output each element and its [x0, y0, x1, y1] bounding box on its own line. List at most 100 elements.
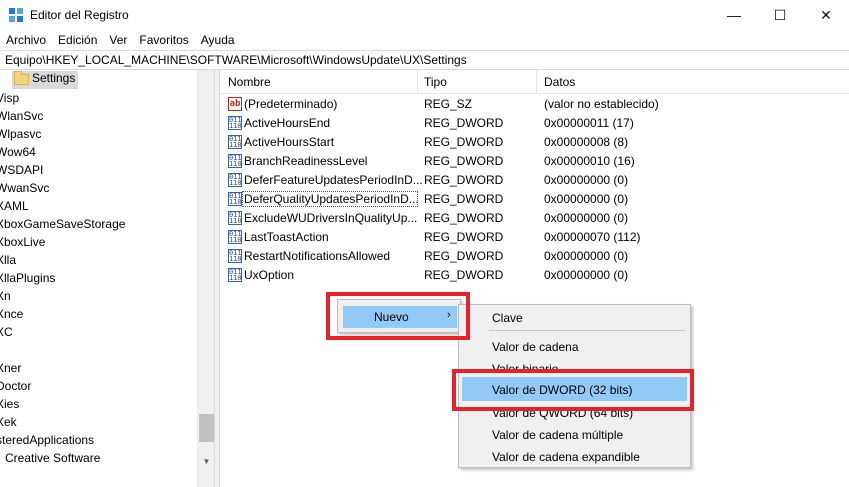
menu-bar: Archivo Edición Ver Favoritos Ayuda — [0, 30, 849, 50]
value-name: ActiveHoursEnd — [244, 116, 331, 130]
column-divider[interactable] — [417, 70, 418, 94]
tree-item[interactable]: Xn — [0, 287, 11, 305]
tree-item[interactable]: steredApplications — [0, 431, 94, 449]
tree-item[interactable]: Creative Software — [5, 449, 100, 467]
table-row[interactable]: 011 110 DeferQualityUpdatesPeriodInD... … — [220, 190, 849, 209]
column-header-data[interactable]: Datos — [544, 75, 575, 89]
value-data: 0x00000000 (0) — [544, 268, 629, 282]
binary-value-icon: 011 110 — [228, 192, 242, 206]
value-type: REG_SZ — [424, 97, 473, 111]
tree-item[interactable]: XC — [0, 323, 13, 341]
tree-item[interactable]: Xlla — [0, 251, 16, 269]
value-name: BranchReadinessLevel — [244, 154, 368, 168]
value-data: 0x00000000 (0) — [544, 249, 629, 263]
table-row[interactable]: 011 110 LastToastAction REG_DWORD 0x0000… — [220, 228, 849, 247]
value-name: (Predeterminado) — [244, 97, 338, 111]
table-row[interactable]: 011 110 DeferFeatureUpdatesPeriodInD... … — [220, 171, 849, 190]
menu-separator — [489, 330, 685, 331]
tree-item[interactable]: Doctor — [0, 377, 31, 395]
table-row[interactable]: 011 110 ExcludeWUDriversInQualityUp... R… — [220, 209, 849, 228]
scroll-down-arrow-icon[interactable]: ▼ — [199, 453, 214, 470]
address-path: Equipo\HKEY_LOCAL_MACHINE\SOFTWARE\Micro… — [5, 53, 467, 67]
tree-item[interactable]: XAML — [0, 197, 29, 215]
address-bar[interactable]: Equipo\HKEY_LOCAL_MACHINE\SOFTWARE\Micro… — [0, 50, 849, 70]
tree-scroll-thumb[interactable] — [199, 414, 214, 442]
title-bar: Editor del Registro — ☐ ✕ — [0, 0, 849, 30]
tree-item[interactable]: Xnce — [0, 305, 23, 323]
annotation-box-dword — [452, 369, 694, 411]
value-data: 0x00000000 (0) — [544, 192, 629, 206]
folder-icon — [14, 71, 29, 85]
value-type: REG_DWORD — [424, 211, 504, 225]
menu-ayuda[interactable]: Ayuda — [195, 30, 241, 50]
value-name: LastToastAction — [244, 230, 329, 244]
table-row[interactable]: 011 110 ActiveHoursStart REG_DWORD 0x000… — [220, 133, 849, 152]
maximize-button[interactable]: ☐ — [757, 0, 803, 30]
value-type: REG_DWORD — [424, 268, 504, 282]
menu-item-clave[interactable]: Clave — [492, 311, 523, 325]
value-name: UxOption — [244, 268, 295, 282]
tree-item[interactable]: XllaPlugins — [0, 269, 55, 287]
value-type: REG_DWORD — [424, 154, 504, 168]
tree-item-label: Settings — [32, 71, 76, 85]
value-data: 0x00000011 (17) — [544, 116, 634, 130]
tree-item[interactable]: Xek — [0, 413, 17, 431]
tree-item[interactable]: Xies — [0, 395, 19, 413]
menu-archivo[interactable]: Archivo — [0, 30, 52, 50]
tree-item[interactable]: Xner — [0, 359, 21, 377]
binary-value-icon: 011 110 — [228, 154, 242, 168]
table-row[interactable]: 011 110 ActiveHoursEnd REG_DWORD 0x00000… — [220, 114, 849, 133]
value-type: REG_DWORD — [424, 116, 504, 130]
value-data: 0x00000000 (0) — [544, 211, 629, 225]
value-data: 0x00000070 (112) — [544, 230, 641, 244]
tree-item[interactable]: WSDAPI — [0, 161, 43, 179]
tree-item[interactable]: Wow64 — [0, 143, 36, 161]
value-type: REG_DWORD — [424, 192, 504, 206]
binary-value-icon: 011 110 — [228, 211, 242, 225]
table-row[interactable]: 011 110 RestartNotificationsAllowed REG_… — [220, 247, 849, 266]
value-name: RestartNotificationsAllowed — [244, 249, 391, 263]
binary-value-icon: 011 110 — [228, 173, 242, 187]
value-type: REG_DWORD — [424, 135, 504, 149]
tree-item-settings[interactable]: Settings — [12, 71, 79, 89]
tree-item[interactable]: Visp — [0, 89, 19, 107]
binary-value-icon: 011 110 — [228, 116, 242, 130]
window-title: Editor del Registro — [30, 8, 129, 22]
menu-ver[interactable]: Ver — [103, 30, 133, 50]
menu-item-valor-multicadena[interactable]: Valor de cadena múltiple — [492, 428, 623, 442]
value-data: 0x00000008 (8) — [544, 135, 629, 149]
menu-edicion[interactable]: Edición — [52, 30, 103, 50]
key-tree[interactable]: Settings Visp WlanSvc Wlpasvc Wow64 WSDA… — [0, 70, 214, 487]
binary-value-icon: 011 110 — [228, 249, 242, 263]
value-type: REG_DWORD — [424, 173, 504, 187]
string-value-icon: ab — [228, 97, 242, 111]
value-data: (valor no establecido) — [544, 97, 659, 111]
tree-scrollbar[interactable]: ▼ — [197, 70, 214, 487]
binary-value-icon: 011 110 — [228, 268, 242, 282]
binary-value-icon: 011 110 — [228, 135, 242, 149]
menu-item-valor-expandible[interactable]: Valor de cadena expandible — [492, 450, 640, 464]
column-header-type[interactable]: Tipo — [424, 75, 447, 89]
column-header-name[interactable]: Nombre — [228, 75, 271, 89]
table-row[interactable]: ab (Predeterminado) REG_SZ (valor no est… — [220, 95, 849, 114]
close-button[interactable]: ✕ — [803, 0, 849, 30]
tree-item[interactable]: XboxLive — [0, 233, 45, 251]
menu-favoritos[interactable]: Favoritos — [133, 30, 194, 50]
minimize-button[interactable]: — — [711, 0, 757, 30]
table-row[interactable]: 011 110 UxOption REG_DWORD 0x00000000 (0… — [220, 266, 849, 285]
binary-value-icon: 011 110 — [228, 230, 242, 244]
value-name: DeferQualityUpdatesPeriodInD... — [242, 191, 418, 207]
tree-item[interactable]: Wlpasvc — [0, 125, 41, 143]
annotation-box-nuevo — [326, 292, 470, 340]
column-divider[interactable] — [536, 70, 537, 94]
menu-item-valor-cadena[interactable]: Valor de cadena — [492, 340, 579, 354]
value-type: REG_DWORD — [424, 249, 504, 263]
tree-item[interactable]: WwanSvc — [0, 179, 49, 197]
table-row[interactable]: 011 110 BranchReadinessLevel REG_DWORD 0… — [220, 152, 849, 171]
registry-editor-icon — [9, 8, 23, 22]
value-data: 0x00000010 (16) — [544, 154, 635, 168]
value-name: DeferFeatureUpdatesPeriodInD... — [244, 173, 423, 187]
tree-item[interactable]: XboxGameSaveStorage — [0, 215, 125, 233]
tree-item[interactable]: WlanSvc — [0, 107, 43, 125]
value-name: ActiveHoursStart — [244, 135, 335, 149]
